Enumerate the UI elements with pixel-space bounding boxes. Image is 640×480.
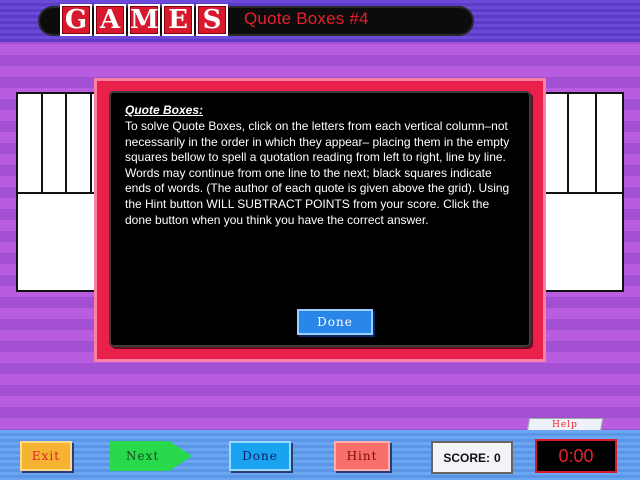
games-logo: G A M E S [60,4,228,36]
logo-letter: A [94,4,126,36]
dialog-done-button[interactable]: Done [297,309,373,335]
letter-column[interactable] [542,94,570,192]
letter-column[interactable] [569,94,597,192]
quote-grid-right [540,92,624,292]
instructions-text: To solve Quote Boxes, click on the lette… [125,119,510,227]
timer-display: 0:00 [535,439,617,473]
next-label: Next [126,449,160,463]
score-label: SCORE: [443,450,490,465]
done-button[interactable]: Done [229,441,291,471]
puzzle-title: Quote Boxes #4 [244,9,369,28]
instructions-heading: Quote Boxes: [125,103,204,117]
hint-button[interactable]: Hint [334,441,390,471]
letter-column[interactable] [43,94,67,192]
logo-letter: G [60,4,92,36]
logo-letter: M [128,4,160,36]
instructions-dialog: Quote Boxes: To solve Quote Boxes, click… [94,78,546,362]
logo-letter: S [196,4,228,36]
logo-letter: E [162,4,194,36]
exit-button[interactable]: Exit [20,441,72,471]
instructions-panel: Quote Boxes: To solve Quote Boxes, click… [109,91,531,347]
letter-columns [542,94,622,194]
letter-column[interactable] [597,94,622,192]
score-value: 0 [493,450,501,465]
letter-column[interactable] [67,94,92,192]
score-display: SCORE: 0 [431,441,513,474]
letter-column[interactable] [18,94,43,192]
